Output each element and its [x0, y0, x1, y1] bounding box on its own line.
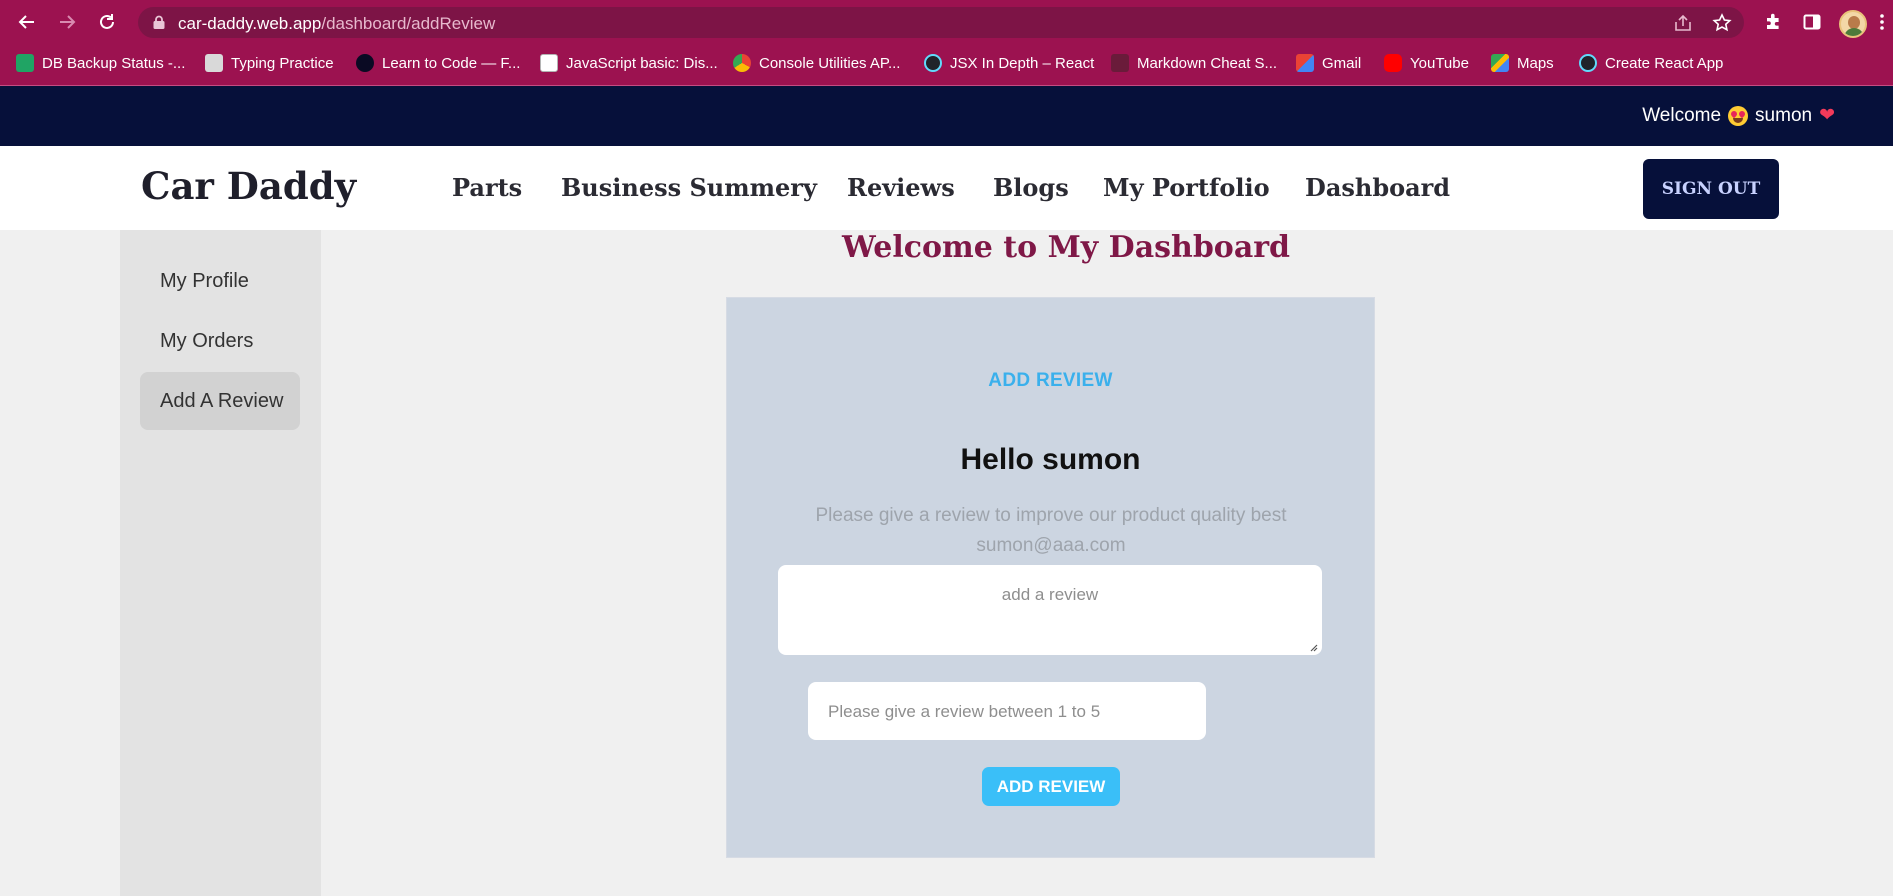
- greeting: Hello sumon: [960, 443, 1141, 476]
- bookmark-label: Maps: [1517, 54, 1554, 72]
- bookmark-create-react-app[interactable]: Create React App: [1579, 51, 1723, 75]
- browser-chrome: car-daddy.web.app/dashboard/addReview DB…: [0, 0, 1893, 86]
- bookmark-gmail[interactable]: Gmail: [1296, 51, 1361, 75]
- address-bar[interactable]: car-daddy.web.app/dashboard/addReview: [138, 7, 1744, 38]
- freecodecamp-icon: [356, 54, 374, 72]
- markdown-icon: [1111, 54, 1129, 72]
- bookmark-label: JSX In Depth – React: [950, 54, 1095, 72]
- browser-toolbar: car-daddy.web.app/dashboard/addReview: [0, 0, 1893, 44]
- extensions-icon[interactable]: [1761, 10, 1785, 34]
- chrome-icon: [733, 54, 751, 72]
- welcome-message: Welcome sumon ❤: [1642, 104, 1835, 127]
- typing-icon: [205, 54, 223, 72]
- bookmark-javascript-basic[interactable]: JavaScript basic: Dis...: [540, 51, 718, 75]
- review-textarea[interactable]: [778, 565, 1322, 655]
- add-review-button[interactable]: ADD REVIEW: [982, 767, 1120, 806]
- url-text: car-daddy.web.app/dashboard/addReview: [178, 14, 495, 34]
- bookmark-label: Create React App: [1605, 54, 1724, 72]
- bookmark-label: YouTube: [1410, 54, 1469, 72]
- nav-link-my-portfolio[interactable]: My Portfolio: [1103, 173, 1270, 202]
- nav-link-reviews[interactable]: Reviews: [847, 173, 955, 202]
- back-icon[interactable]: [15, 10, 39, 34]
- sidebar-item-my-orders[interactable]: My Orders: [140, 312, 300, 370]
- sidebar-item-my-profile[interactable]: My Profile: [140, 252, 300, 310]
- bookmark-youtube[interactable]: YouTube: [1384, 51, 1469, 75]
- user-email: sumon@aaa.com: [976, 535, 1126, 556]
- bookmark-label: Console Utilities AP...: [759, 54, 901, 72]
- bookmark-db-backup[interactable]: DB Backup Status -...: [16, 51, 185, 75]
- nav-link-blogs[interactable]: Blogs: [993, 173, 1069, 202]
- dashboard-sidebar: My Profile My Orders Add A Review: [120, 230, 321, 896]
- menu-kebab-icon[interactable]: [1876, 10, 1888, 34]
- bookmarks-bar: DB Backup Status -... Typing Practice Le…: [0, 49, 1893, 77]
- url-host: car-daddy.web.app: [178, 14, 322, 33]
- nav-link-business-summery[interactable]: Business Summery: [561, 173, 817, 202]
- reload-icon[interactable]: [95, 10, 119, 34]
- welcome-user-name: sumon: [1755, 104, 1813, 126]
- resize-grip-icon[interactable]: [1308, 642, 1318, 652]
- forward-icon[interactable]: [55, 10, 79, 34]
- lock-icon: [153, 15, 165, 29]
- add-review-card: ADD REVIEW Hello sumon Please give a rev…: [726, 297, 1375, 858]
- bookmark-label: Markdown Cheat S...: [1137, 54, 1278, 72]
- sign-out-button[interactable]: SIGN OUT: [1643, 159, 1779, 219]
- bookmark-label: DB Backup Status -...: [42, 54, 186, 72]
- sidebar-item-add-a-review[interactable]: Add A Review: [140, 372, 300, 430]
- gmail-icon: [1296, 54, 1314, 72]
- welcome-text: Welcome: [1642, 104, 1722, 126]
- bookmark-jsx-in-depth[interactable]: JSX In Depth – React: [924, 51, 1094, 75]
- profile-avatar[interactable]: [1839, 10, 1867, 38]
- bookmark-console-utilities[interactable]: Console Utilities AP...: [733, 51, 900, 75]
- review-hint-text: Please give a review to improve our prod…: [815, 505, 1287, 526]
- dashboard-title: Welcome to My Dashboard: [842, 230, 1291, 265]
- add-review-heading: ADD REVIEW: [988, 370, 1113, 391]
- w3resource-icon: [540, 54, 558, 72]
- brand-logo[interactable]: Car Daddy: [141, 164, 356, 208]
- bookmark-label: Learn to Code — F...: [382, 54, 521, 72]
- heart-icon: ❤: [1819, 105, 1835, 126]
- nav-link-parts[interactable]: Parts: [452, 173, 522, 202]
- react-icon: [1579, 54, 1597, 72]
- youtube-icon: [1384, 54, 1402, 72]
- star-eyes-emoji-icon: [1728, 105, 1749, 126]
- site-navbar: Car Daddy Parts Business Summery Reviews…: [0, 146, 1893, 230]
- bookmark-typing-practice[interactable]: Typing Practice: [205, 51, 334, 75]
- google-sheets-icon: [16, 54, 34, 72]
- review-hint: Please give a review to improve our prod…: [801, 501, 1301, 561]
- bookmark-label: Gmail: [1322, 54, 1362, 72]
- bookmark-freecodecamp[interactable]: Learn to Code — F...: [356, 51, 520, 75]
- share-icon[interactable]: [1673, 13, 1693, 33]
- bookmark-maps[interactable]: Maps: [1491, 51, 1554, 75]
- rating-input[interactable]: [808, 682, 1206, 740]
- maps-icon: [1491, 54, 1509, 72]
- side-panel-icon[interactable]: [1800, 10, 1824, 34]
- bookmark-label: Typing Practice: [231, 54, 334, 72]
- url-path: /dashboard/addReview: [321, 14, 496, 33]
- bookmark-star-icon[interactable]: [1712, 13, 1732, 33]
- bookmark-markdown-cheat-sheet[interactable]: Markdown Cheat S...: [1111, 51, 1277, 75]
- bookmark-label: JavaScript basic: Dis...: [566, 54, 718, 72]
- react-icon: [924, 54, 942, 72]
- nav-link-dashboard[interactable]: Dashboard: [1305, 173, 1450, 202]
- site-topbar: Welcome sumon ❤: [0, 86, 1893, 146]
